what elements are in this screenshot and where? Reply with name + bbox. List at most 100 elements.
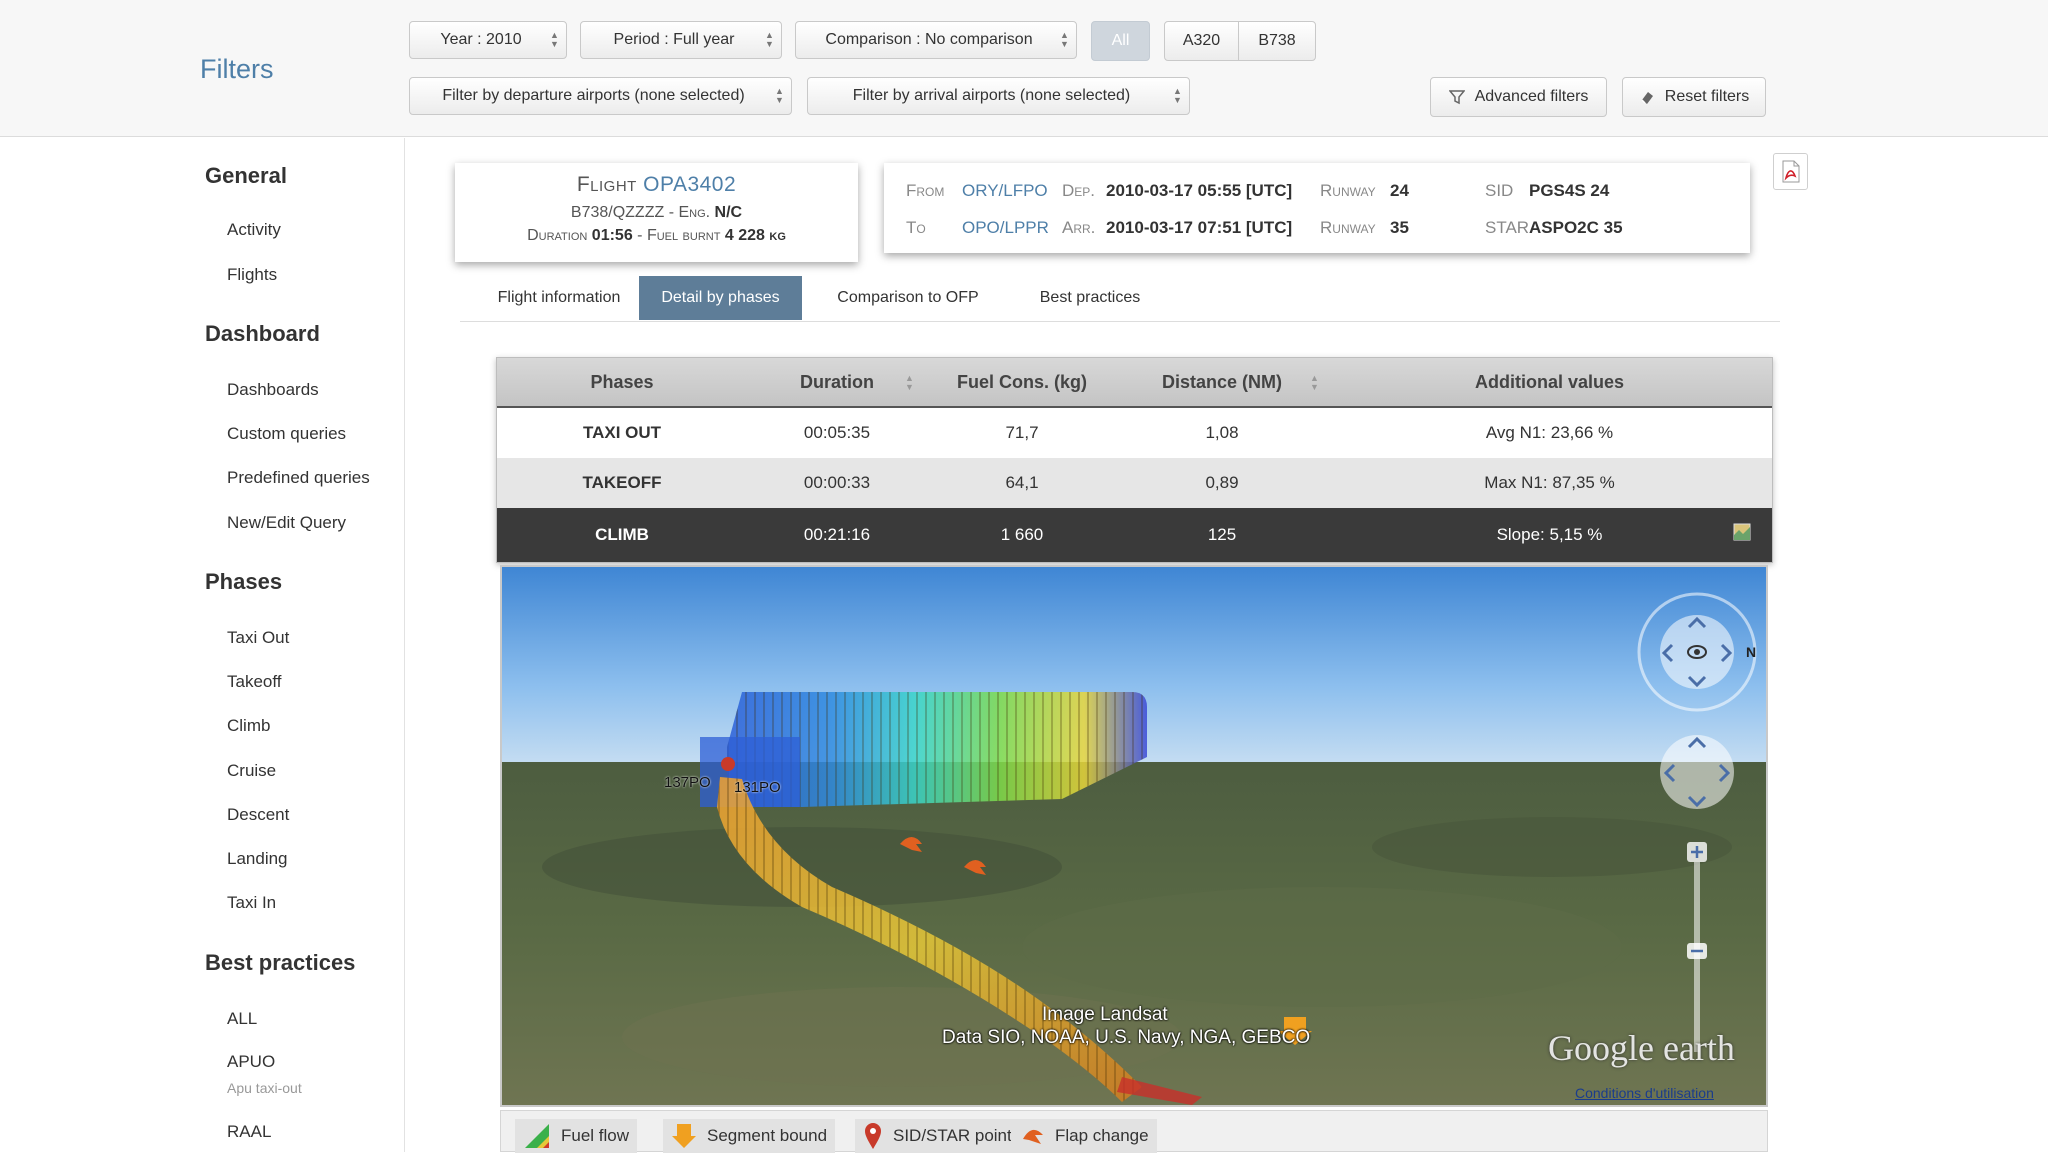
comparison-select[interactable]: Comparison : No comparison ▲ ▼: [795, 21, 1077, 59]
aircraft-registration: B738/QZZZZ: [570, 204, 665, 221]
sidebar-item-cruise[interactable]: Cruise: [227, 761, 276, 781]
cell-phase: CLIMB: [595, 525, 649, 544]
flight-title: Flight OPA3402: [455, 173, 858, 197]
legend-segment-bound: Segment bound: [663, 1119, 836, 1153]
sid-value: PGS4S 24: [1529, 181, 1610, 200]
aircraft-a320-button[interactable]: A320: [1164, 21, 1239, 61]
sidebar-item-taxi-in[interactable]: Taxi In: [227, 893, 276, 913]
star-value: ASPO2C 35: [1529, 218, 1623, 237]
cell-duration: 00:00:33: [803, 473, 871, 492]
sidebar-item-dashboards[interactable]: Dashboards: [227, 380, 319, 400]
sidebar-item-raal[interactable]: RAAL: [227, 1122, 271, 1142]
cell-duration: 00:21:16: [803, 525, 871, 544]
cell-distance: 0,89: [1205, 473, 1239, 492]
tab-bar: Flight information Detail by phases Comp…: [460, 276, 1780, 322]
legend-fuel-flow: Fuel flow: [515, 1119, 638, 1153]
sid-label: SID: [1485, 181, 1514, 200]
export-pdf-button[interactable]: [1773, 153, 1808, 190]
table-row-selected[interactable]: CLIMB 00:21:16 1 660 125 Slope: 5,15 %: [497, 508, 1772, 562]
sidebar-heading-dashboard: Dashboard: [205, 321, 320, 346]
fuel-flow-icon: [525, 1124, 549, 1148]
filters-bar: Filters Year : 2010 ▲ ▼ Period : Full yea…: [0, 0, 2048, 137]
map-view-icon[interactable]: [1733, 523, 1751, 541]
arr-label: Arr.: [1062, 218, 1096, 237]
cell-distance: 1,08: [1205, 423, 1239, 442]
aircraft-all-button[interactable]: All: [1091, 21, 1150, 61]
legend-sid-star-point: SID/STAR point: [855, 1119, 1020, 1153]
map-legend: Fuel flow Segment bound SID/STAR point F…: [500, 1110, 1768, 1153]
map-pin-icon: [865, 1123, 881, 1149]
terms-of-use-link[interactable]: Conditions d'utilisation: [1575, 1085, 1714, 1101]
tab-detail-by-phases[interactable]: Detail by phases: [639, 276, 802, 320]
table-row[interactable]: TAXI OUT 00:05:35 71,7 1,08 Avg N1: 23,6…: [497, 408, 1772, 458]
svg-text:N: N: [1746, 644, 1756, 660]
sidebar-item-apuo[interactable]: APUO: [227, 1052, 275, 1072]
funnel-icon: [1448, 90, 1465, 105]
advanced-filters-button[interactable]: Advanced filters: [1430, 77, 1607, 117]
to-airport: OPO/LPPR: [962, 218, 1049, 237]
tab-comparison-to-ofp[interactable]: Comparison to OFP: [814, 276, 1002, 320]
filters-title: Filters: [200, 54, 274, 84]
reset-filters-button[interactable]: Reset filters: [1622, 77, 1766, 117]
sidebar-item-climb[interactable]: Climb: [227, 716, 270, 736]
cell-phase: TAKEOFF: [582, 473, 662, 492]
arr-time: 2010-03-17 07:51 [UTC]: [1106, 218, 1293, 237]
sidebar-item-taxi-out[interactable]: Taxi Out: [227, 628, 289, 648]
sidebar-item-all[interactable]: ALL: [227, 1009, 257, 1029]
engine-label: Eng.: [678, 204, 711, 221]
departure-airports-select[interactable]: Filter by departure airports (none selec…: [409, 77, 792, 115]
period-select[interactable]: Period : Full year ▲ ▼: [580, 21, 782, 59]
duration-value: 01:56: [591, 227, 633, 244]
from-label: From: [906, 181, 945, 200]
cell-fuel: 71,7: [1005, 423, 1039, 442]
sort-icon[interactable]: ▲ ▼: [905, 374, 914, 392]
sidebar-item-takeoff[interactable]: Takeoff: [227, 672, 282, 692]
waypoint-label-137po: 137PO: [664, 774, 711, 791]
to-label: To: [906, 218, 926, 237]
runway-arr: 35: [1390, 218, 1409, 237]
sidebar-heading-general: General: [205, 163, 287, 188]
google-earth-logo: Google earth: [1548, 1028, 1735, 1068]
cell-duration: 00:05:35: [803, 423, 871, 442]
legend-fuel-flow-label: Fuel flow: [561, 1126, 630, 1145]
arrival-airports-select[interactable]: Filter by arrival airports (none selecte…: [807, 77, 1190, 115]
sidebar-item-new-edit-query[interactable]: New/Edit Query: [227, 513, 346, 533]
fuel-burnt-label: Fuel burnt: [646, 227, 721, 244]
legend-segment-bound-label: Segment bound: [707, 1126, 828, 1145]
cell-fuel: 64,1: [1005, 473, 1039, 492]
fuel-burnt-value: 4 228 kg: [724, 227, 786, 244]
star-label: STAR: [1485, 218, 1530, 237]
col-header-distance[interactable]: Distance (NM): [1122, 358, 1322, 406]
col-header-duration[interactable]: Duration: [747, 358, 927, 406]
col-header-additional[interactable]: Additional values: [1327, 358, 1772, 406]
google-earth-view[interactable]: N 137PO 131PO Image Landsat Data SIO, NO…: [500, 565, 1768, 1107]
aircraft-b738-button[interactable]: B738: [1238, 21, 1316, 61]
waypoint-label-131po: 131PO: [734, 779, 781, 796]
duration-line: Duration 01:56 - Fuel burnt 4 228 kg: [527, 227, 786, 244]
sidebar-item-landing[interactable]: Landing: [227, 849, 288, 869]
sidebar: General Activity Flights Dashboard Dashb…: [0, 138, 405, 1152]
reset-filters-label: Reset filters: [1664, 88, 1750, 105]
table-header: Phases Duration ▲ ▼ Fuel Cons. (kg) Dista…: [497, 358, 1772, 408]
col-header-phases[interactable]: Phases: [497, 358, 747, 406]
duration-label: Duration: [527, 227, 588, 244]
sidebar-item-predefined-queries[interactable]: Predefined queries: [227, 468, 370, 488]
table-row[interactable]: TAKEOFF 00:00:33 64,1 0,89 Max N1: 87,35…: [497, 458, 1772, 508]
col-header-fuel[interactable]: Fuel Cons. (kg): [922, 358, 1122, 406]
phase-table: Phases Duration ▲ ▼ Fuel Cons. (kg) Dista…: [496, 357, 1773, 563]
tab-best-practices[interactable]: Best practices: [1009, 276, 1171, 320]
sidebar-item-flights[interactable]: Flights: [227, 265, 277, 285]
cell-phase: TAXI OUT: [582, 423, 662, 442]
select-arrows-icon: ▲ ▼: [550, 30, 559, 49]
year-select[interactable]: Year : 2010 ▲ ▼: [409, 21, 567, 59]
sidebar-item-custom-queries[interactable]: Custom queries: [227, 424, 346, 444]
sort-icon[interactable]: ▲ ▼: [1310, 374, 1319, 392]
select-arrows-icon: ▲ ▼: [765, 30, 774, 49]
select-arrows-icon: ▲ ▼: [1173, 86, 1182, 105]
sidebar-item-activity[interactable]: Activity: [227, 220, 281, 240]
legend-flap-change-label: Flap change: [1055, 1126, 1149, 1145]
sidebar-item-descent[interactable]: Descent: [227, 805, 289, 825]
flight-number: OPA3402: [643, 173, 737, 196]
sidebar-heading-best-practices: Best practices: [205, 950, 356, 975]
tab-flight-information[interactable]: Flight information: [474, 276, 644, 320]
